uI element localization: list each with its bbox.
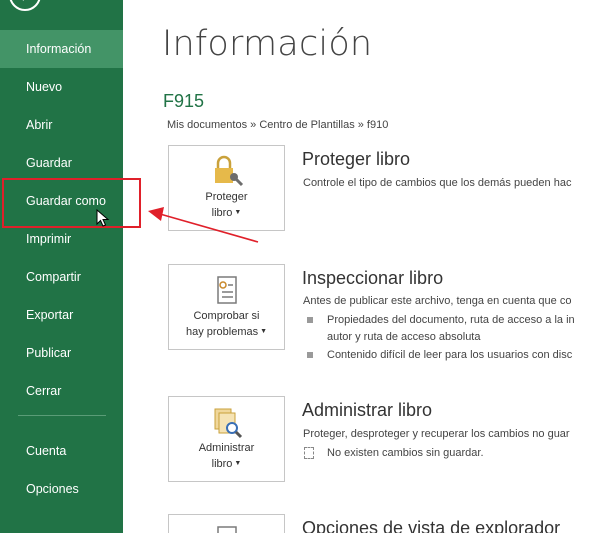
annotation-arrow-icon [148,207,259,243]
mouse-pointer-icon [96,209,110,227]
